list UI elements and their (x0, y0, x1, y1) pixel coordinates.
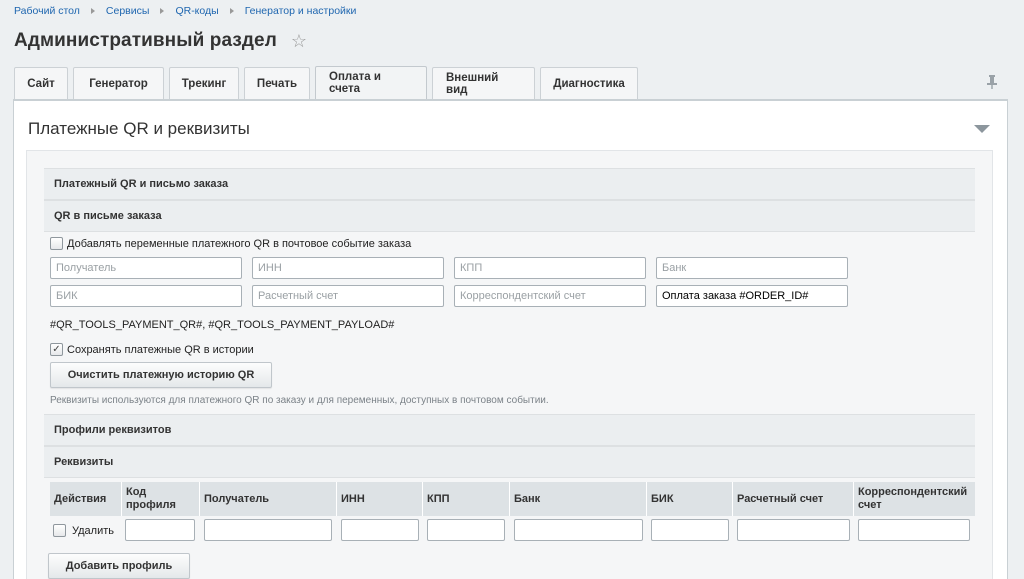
collapse-icon[interactable] (974, 125, 990, 133)
delete-row-option[interactable]: Удалить (53, 524, 114, 537)
column-header: БИК (647, 482, 733, 516)
section-header-requisites: Реквизиты (44, 446, 975, 478)
row-account-input[interactable] (737, 519, 850, 541)
account-field[interactable]: Расчетный счет (252, 285, 444, 307)
row-recipient-input[interactable] (204, 519, 332, 541)
delete-row-checkbox[interactable] (53, 524, 66, 537)
add-vars-label: Добавлять переменные платежного QR в поч… (67, 237, 412, 250)
column-header: Банк (510, 482, 647, 516)
column-header: Действия (50, 482, 122, 516)
breadcrumb-item[interactable]: Рабочий стол (14, 5, 80, 17)
recipient-field[interactable]: Получатель (50, 257, 242, 279)
column-header: Код профиля (122, 482, 200, 516)
chevron-right-icon (90, 8, 95, 14)
profile-code-input[interactable] (125, 519, 195, 541)
requisites-table-header: Действия Код профиля Получатель ИНН КПП … (50, 482, 975, 516)
column-header: Расчетный счет (733, 482, 854, 516)
section-header-email-qr: QR в письме заказа (44, 200, 975, 232)
save-history-checkbox[interactable]: ✓ (50, 343, 63, 356)
save-history-option[interactable]: ✓ Сохранять платежные QR в истории (50, 343, 254, 356)
add-vars-checkbox[interactable] (50, 237, 63, 250)
column-header: ИНН (337, 482, 423, 516)
tab-print[interactable]: Печать (244, 67, 310, 99)
tab-payment[interactable]: Оплата и счета (315, 66, 427, 99)
star-icon[interactable]: ☆ (291, 32, 307, 50)
breadcrumb-item[interactable]: Генератор и настройки (245, 5, 357, 17)
delete-row-label: Удалить (72, 524, 114, 537)
row-bank-input[interactable] (514, 519, 643, 541)
row-inn-input[interactable] (341, 519, 419, 541)
tab-diagnostics[interactable]: Диагностика (540, 67, 638, 99)
tab-bar: Сайт Генератор Трекинг Печать Оплата и с… (14, 66, 643, 99)
bank-field[interactable]: Банк (656, 257, 848, 279)
bik-field[interactable]: БИК (50, 285, 242, 307)
section-header-profiles: Профили реквизитов (44, 414, 975, 446)
section-header-payment-qr: Платежный QR и письмо заказа (44, 168, 975, 200)
breadcrumb: Рабочий стол Сервисы QR-коды Генератор и… (14, 5, 356, 17)
requisites-hint: Реквизиты используются для платежного QR… (50, 395, 549, 406)
column-header: Корреспондентский счет (854, 482, 975, 516)
tab-appearance[interactable]: Внешний вид (432, 67, 535, 99)
save-history-label: Сохранять платежные QR в истории (67, 343, 254, 356)
payment-purpose-field[interactable]: Оплата заказа #ORDER_ID# (656, 285, 848, 307)
breadcrumb-item[interactable]: QR-коды (175, 5, 218, 17)
page-title: Административный раздел (14, 30, 277, 51)
add-vars-option[interactable]: Добавлять переменные платежного QR в поч… (50, 237, 411, 250)
row-bik-input[interactable] (651, 519, 729, 541)
macros-text: #QR_TOOLS_PAYMENT_QR#, #QR_TOOLS_PAYMENT… (50, 319, 395, 331)
chevron-right-icon (160, 8, 165, 14)
row-corr-account-input[interactable] (858, 519, 970, 541)
title-row: Административный раздел ☆ (14, 30, 307, 52)
panel-title: Платежные QR и реквизиты (28, 119, 250, 138)
kpp-field[interactable]: КПП (454, 257, 646, 279)
pin-icon[interactable] (984, 74, 1000, 90)
corr-account-field[interactable]: Корреспондентский счет (454, 285, 646, 307)
inn-field[interactable]: ИНН (252, 257, 444, 279)
add-profile-button[interactable]: Добавить профиль (48, 553, 190, 579)
tab-tracking[interactable]: Трекинг (169, 67, 239, 99)
breadcrumb-item[interactable]: Сервисы (106, 5, 150, 17)
row-kpp-input[interactable] (427, 519, 505, 541)
column-header: Получатель (200, 482, 337, 516)
chevron-right-icon (229, 8, 234, 14)
tab-site[interactable]: Сайт (14, 67, 68, 99)
tab-generator[interactable]: Генератор (73, 67, 164, 99)
clear-history-button[interactable]: Очистить платежную историю QR (50, 362, 272, 388)
column-header: КПП (423, 482, 510, 516)
